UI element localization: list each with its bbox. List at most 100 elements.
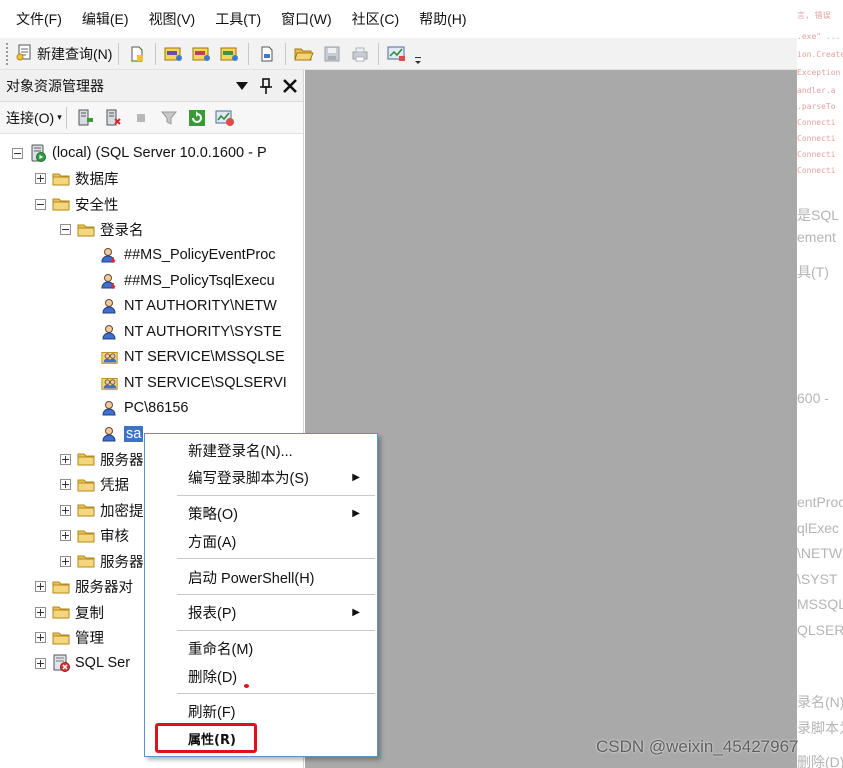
submenu-arrow-icon: ▶ (352, 606, 360, 618)
agent-icon (52, 654, 70, 672)
folder-icon (77, 222, 95, 238)
tree-node-label: PC\86156 (124, 400, 189, 416)
panel-pin-button[interactable] (255, 75, 277, 97)
watermark: CSDN @weixin_45427967 (596, 737, 799, 756)
tree-node-label: 登录名 (100, 223, 144, 239)
tree-login[interactable]: ##MS_PolicyEventProc (84, 243, 276, 267)
menu-community[interactable]: 社区(C) (342, 0, 409, 38)
menu-policies[interactable]: 策略(O) ▶ (188, 500, 368, 526)
login-icon (101, 324, 119, 340)
stop-button[interactable] (129, 106, 153, 130)
xmla-query-button[interactable] (218, 42, 242, 66)
tree-security[interactable]: 安全性 (35, 192, 119, 216)
tree-node-label: 服务器 (100, 452, 144, 469)
tree-sql-agent[interactable]: SQL Ser (35, 651, 130, 675)
expand-icon[interactable] (60, 530, 71, 541)
new-query-icon (16, 43, 34, 64)
tree-databases[interactable]: 数据库 (35, 167, 119, 191)
tree-folder[interactable]: 凭据 (60, 473, 129, 497)
background-text: 600 - (797, 390, 829, 406)
tree-login[interactable]: ##MS_PolicyTsqlExecu (84, 269, 275, 293)
tree-logins[interactable]: 登录名 (60, 218, 144, 242)
expand-icon[interactable] (35, 581, 46, 592)
mdx-query-button[interactable] (162, 42, 186, 66)
collapse-icon[interactable] (60, 224, 71, 235)
menu-edit[interactable]: 编辑(E) (72, 0, 139, 38)
new-query-button[interactable]: 新建查询(N) (16, 42, 112, 66)
tree-folder[interactable]: 加密提 (60, 498, 144, 522)
menu-item-label: 删除(D) (188, 669, 238, 686)
tree-login[interactable]: NT AUTHORITY\NETW (84, 294, 277, 318)
disconnect-server-button[interactable] (101, 106, 125, 130)
tree-login[interactable]: NT SERVICE\MSSQLSE (84, 345, 285, 369)
expand-icon[interactable] (60, 555, 71, 567)
save-button[interactable] (320, 42, 344, 66)
activity-monitor-button[interactable] (213, 106, 237, 130)
connect-dropdown[interactable]: 连接(O) ▾ (6, 108, 62, 128)
menu-reports[interactable]: 报表(P) ▶ (188, 599, 368, 625)
tree-login-sa[interactable]: sa (84, 422, 144, 446)
folder-icon (77, 477, 95, 493)
tree-folder[interactable]: 复制 (35, 600, 104, 624)
menu-item-label: 启动 PowerShell(H) (188, 570, 315, 587)
print-button[interactable] (348, 42, 372, 66)
background-text: andler.a (797, 86, 836, 95)
tree-login[interactable]: NT SERVICE\SQLSERVI (84, 371, 287, 395)
document-area (305, 70, 797, 768)
tree-folder[interactable]: 服务器对 (35, 575, 133, 599)
folder-icon (77, 502, 95, 518)
panel-dropdown-button[interactable] (231, 75, 253, 97)
menu-window[interactable]: 窗口(W) (271, 0, 342, 38)
tree-folder[interactable]: 管理 (35, 626, 104, 650)
dmx-query-icon (192, 47, 211, 61)
background-window: 言, 错误 .exe" ... ion.Create Exception andler.… (797, 0, 843, 768)
expand-icon[interactable] (35, 606, 46, 618)
tree-node-label: NT AUTHORITY\SYSTE (124, 323, 282, 340)
menu-help[interactable]: 帮助(H) (409, 0, 476, 38)
menu-facets[interactable]: 方面(A) (188, 528, 368, 554)
tree-server-root[interactable]: (local) (SQL Server 10.0.1600 - P (12, 141, 267, 165)
background-text: .exe" ... (797, 32, 841, 41)
menu-view[interactable]: 视图(V) (139, 0, 206, 38)
tree-login[interactable]: NT AUTHORITY\SYSTE (84, 320, 282, 344)
toolbar-overflow-button[interactable] (413, 42, 423, 66)
expand-icon[interactable] (60, 453, 71, 465)
tree-folder[interactable]: 审核 (60, 524, 129, 548)
menu-rename[interactable]: 重命名(M) (188, 635, 368, 661)
connect-server-button[interactable] (73, 106, 97, 130)
filter-button[interactable] (157, 106, 181, 130)
activity-monitor-button[interactable] (385, 42, 409, 66)
group-login-icon (101, 349, 119, 365)
menu-start-powershell[interactable]: 启动 PowerShell(H) (188, 564, 368, 590)
expand-icon[interactable] (35, 173, 46, 184)
document-icon (261, 46, 273, 61)
submenu-arrow-icon: ▶ (352, 507, 360, 519)
stop-icon (136, 113, 145, 122)
menu-delete[interactable]: 删除(D) (188, 663, 368, 689)
collapse-icon[interactable] (12, 147, 23, 159)
panel-close-button[interactable] (279, 75, 301, 97)
refresh-button[interactable] (185, 106, 209, 130)
tree-node-label: sa (124, 425, 144, 442)
tree-node-label: 服务器 (100, 554, 144, 571)
expand-icon[interactable] (35, 657, 46, 669)
tree-folder[interactable]: 服务器 (60, 447, 144, 471)
new-file-button[interactable] (125, 42, 149, 66)
menu-script-login[interactable]: 编写登录脚本为(S) ▶ (188, 464, 368, 490)
tree-folder[interactable]: 服务器 (60, 549, 144, 573)
tree-login[interactable]: PC\86156 (84, 396, 189, 420)
collapse-icon[interactable] (35, 198, 46, 210)
dmx-query-button[interactable] (190, 42, 214, 66)
sqlce-query-button[interactable] (255, 42, 279, 66)
background-text: Exception (797, 68, 841, 77)
background-text: Connecti (797, 118, 836, 127)
menu-refresh[interactable]: 刷新(F) (188, 698, 368, 724)
menu-new-login[interactable]: 新建登录名(N)... (188, 437, 368, 463)
menu-file[interactable]: 文件(F) (6, 0, 72, 38)
expand-icon[interactable] (60, 479, 71, 490)
expand-icon[interactable] (35, 632, 46, 643)
toolbar-grip[interactable] (6, 42, 10, 65)
menu-tools[interactable]: 工具(T) (205, 0, 271, 38)
expand-icon[interactable] (60, 504, 71, 516)
open-file-button[interactable] (292, 42, 316, 66)
